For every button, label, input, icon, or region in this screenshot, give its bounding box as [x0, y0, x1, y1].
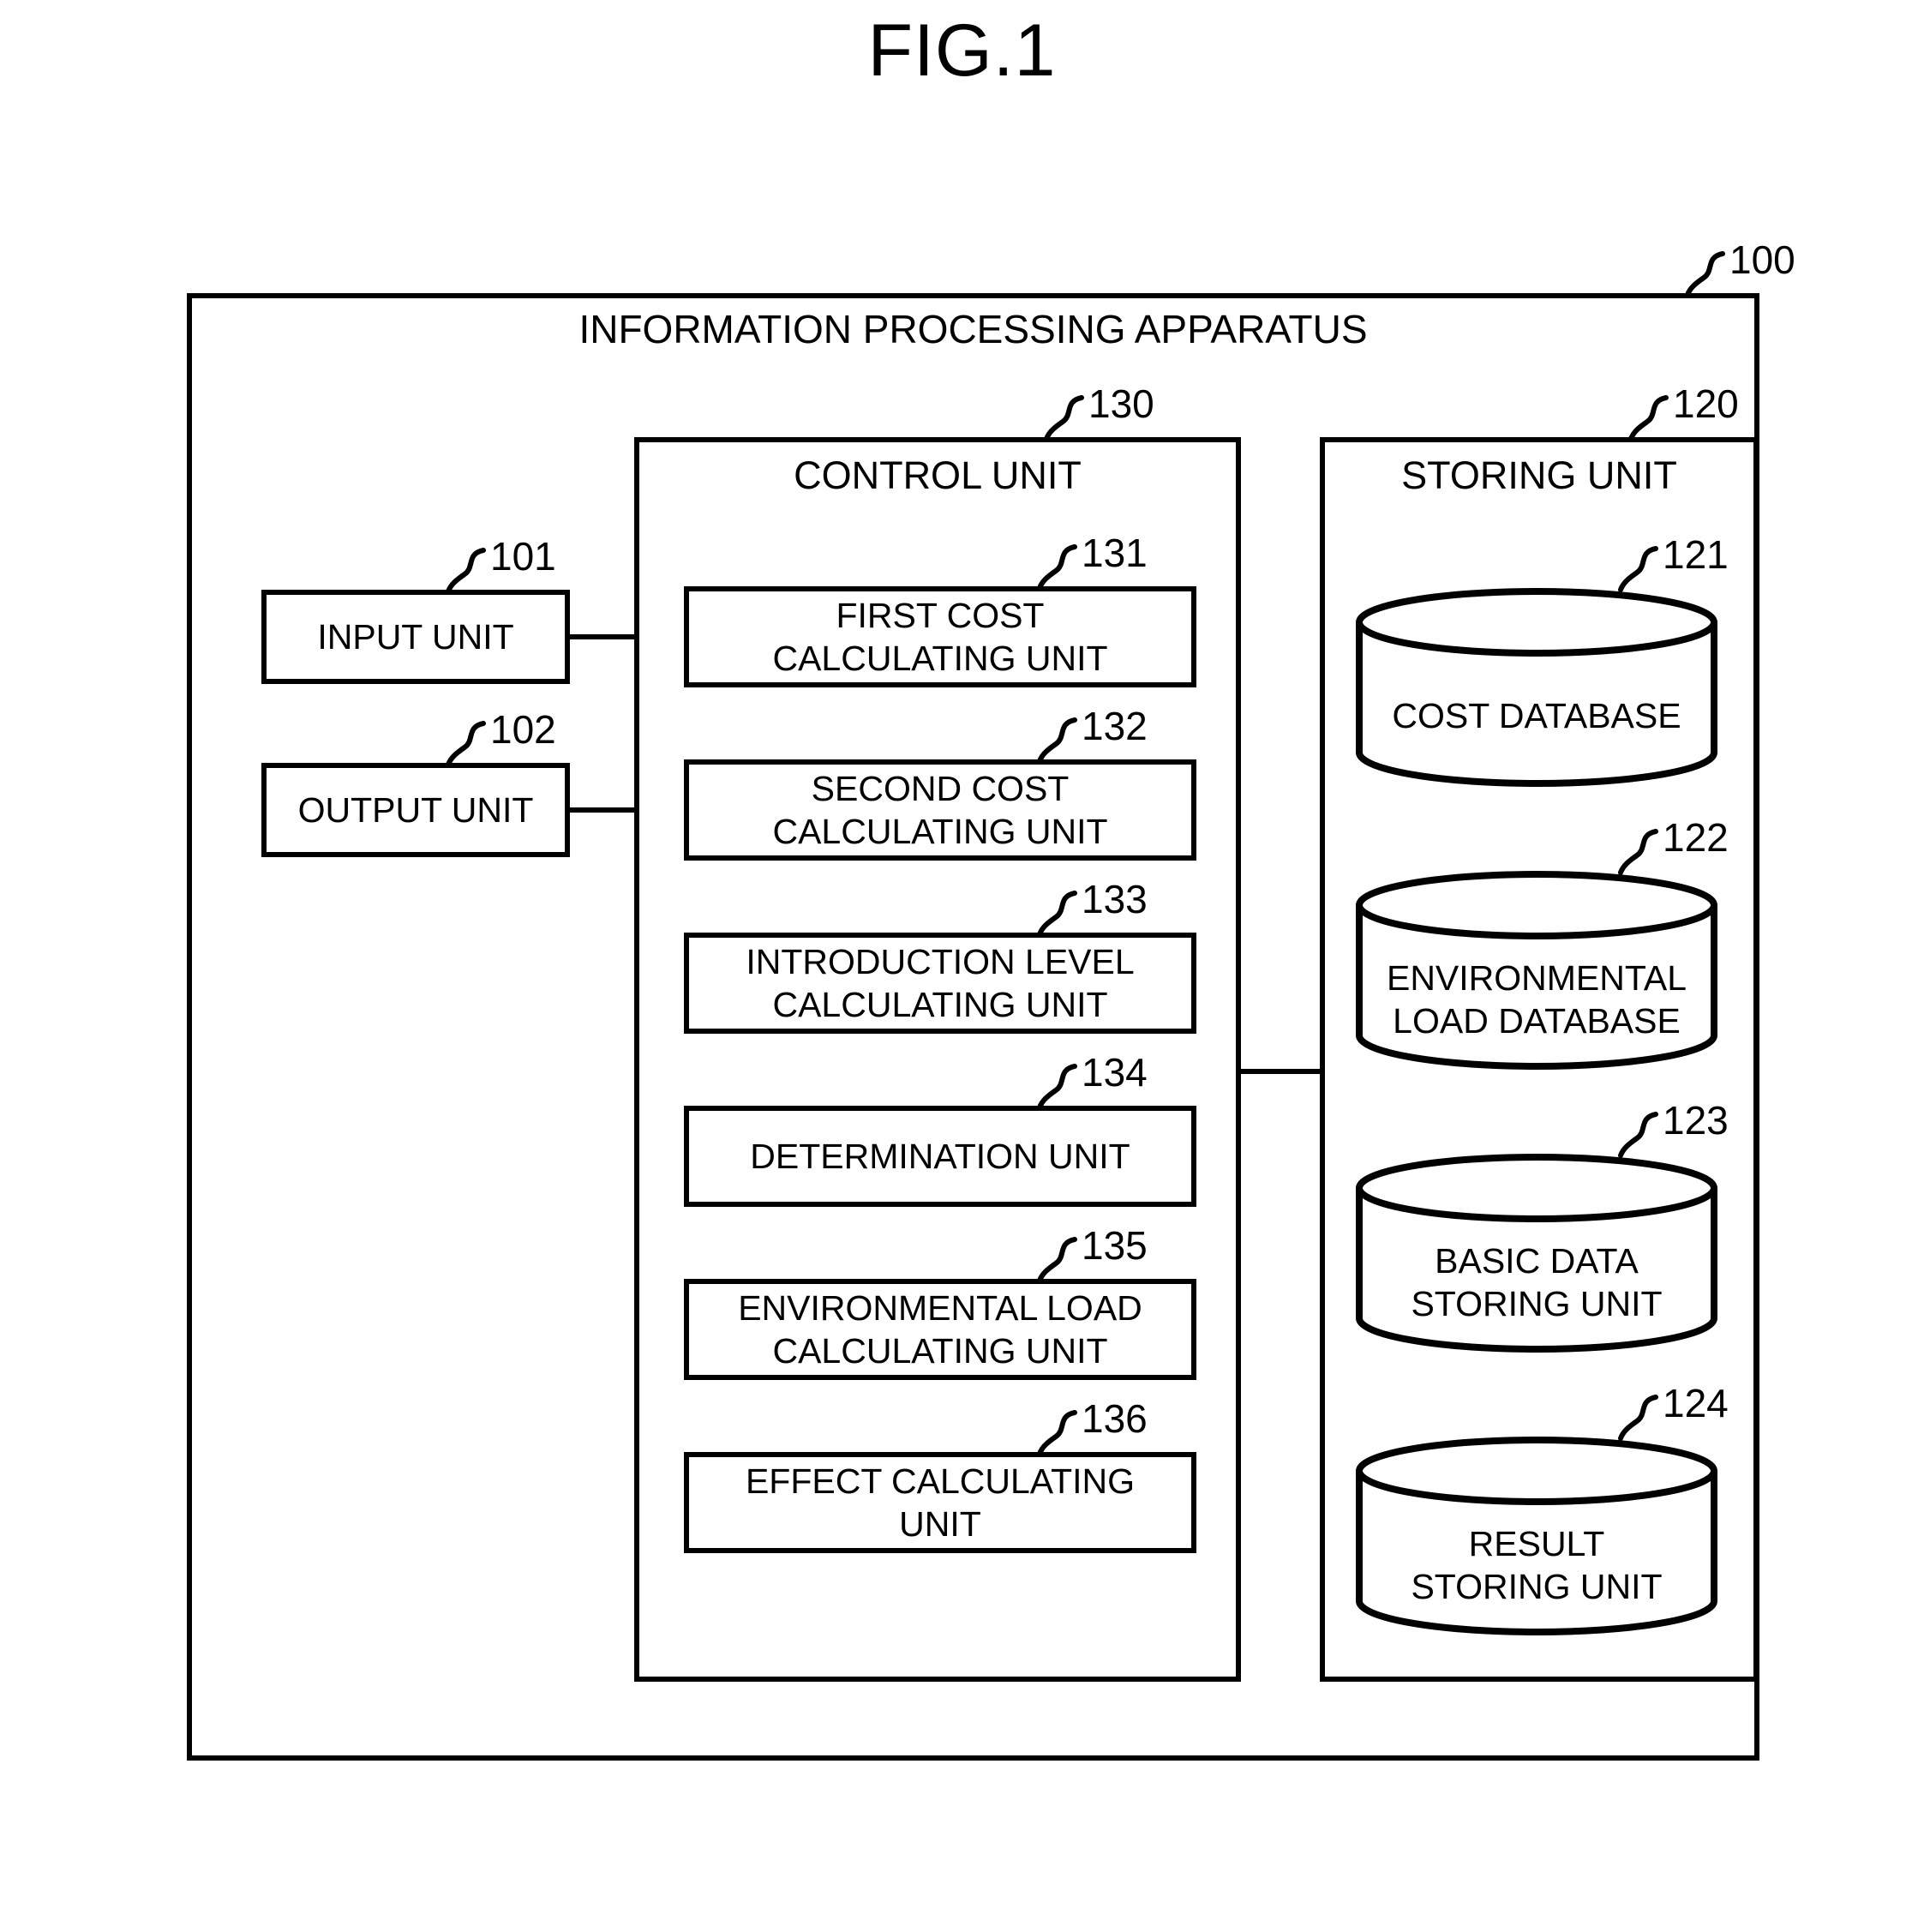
- control-unit-title: CONTROL UNIT: [794, 453, 1082, 497]
- ref-120: 120: [1673, 381, 1739, 426]
- leader-line-100: [1685, 251, 1725, 297]
- basic-data-storing-unit-cylinder: BASIC DATA STORING UNIT: [1352, 1154, 1721, 1353]
- determination-unit-label: DETERMINATION UNIT: [750, 1137, 1130, 1176]
- first-cost-calculating-unit-box: FIRST COST CALCULATING UNIT: [684, 586, 1196, 687]
- first-cost-calculating-unit-label: FIRST COST CALCULATING UNIT: [772, 596, 1108, 678]
- effect-calculating-unit-label: EFFECT CALCULATING UNIT: [745, 1461, 1136, 1544]
- output-unit-box: OUTPUT UNIT: [261, 763, 570, 857]
- ref-136: 136: [1082, 1396, 1148, 1441]
- ref-132: 132: [1082, 704, 1148, 748]
- ref-133: 133: [1082, 877, 1148, 921]
- ref-131: 131: [1082, 531, 1148, 575]
- connector-output-to-control: [565, 807, 637, 813]
- storing-unit-title: STORING UNIT: [1401, 453, 1677, 497]
- ref-102: 102: [490, 707, 556, 752]
- ref-130: 130: [1088, 381, 1154, 426]
- environmental-load-database-label: ENVIRONMENTAL LOAD DATABASE: [1386, 958, 1687, 1041]
- introduction-level-calculating-unit-label: INTRODUCTION LEVEL CALCULATING UNIT: [746, 942, 1135, 1024]
- ref-121: 121: [1663, 532, 1729, 577]
- environmental-load-calculating-unit-label: ENVIRONMENTAL LOAD CALCULATING UNIT: [738, 1288, 1142, 1371]
- ref-122: 122: [1663, 815, 1729, 860]
- ref-124: 124: [1663, 1381, 1729, 1425]
- introduction-level-calculating-unit-box: INTRODUCTION LEVEL CALCULATING UNIT: [684, 933, 1196, 1034]
- second-cost-calculating-unit-box: SECOND COST CALCULATING UNIT: [684, 759, 1196, 861]
- second-cost-calculating-unit-label: SECOND COST CALCULATING UNIT: [772, 769, 1108, 851]
- environmental-load-database-cylinder: ENVIRONMENTAL LOAD DATABASE: [1352, 871, 1721, 1070]
- apparatus-title: INFORMATION PROCESSING APPARATUS: [578, 307, 1368, 351]
- figure-title: FIG.1: [867, 9, 1057, 92]
- connector-control-to-storing: [1238, 1069, 1323, 1074]
- ref-134: 134: [1082, 1050, 1148, 1095]
- cost-database-cylinder: COST DATABASE: [1352, 588, 1721, 787]
- input-unit-label: INPUT UNIT: [317, 617, 514, 657]
- result-storing-unit-label: RESULT STORING UNIT: [1411, 1524, 1663, 1606]
- output-unit-label: OUTPUT UNIT: [297, 790, 534, 830]
- result-storing-unit-cylinder: RESULT STORING UNIT: [1352, 1437, 1721, 1635]
- connector-input-to-control: [565, 634, 637, 639]
- cost-database-label: COST DATABASE: [1392, 696, 1681, 735]
- ref-135: 135: [1082, 1223, 1148, 1268]
- basic-data-storing-unit-label: BASIC DATA STORING UNIT: [1411, 1241, 1663, 1323]
- ref-123: 123: [1663, 1098, 1729, 1143]
- ref-101: 101: [490, 534, 556, 579]
- environmental-load-calculating-unit-box: ENVIRONMENTAL LOAD CALCULATING UNIT: [684, 1279, 1196, 1380]
- ref-100: 100: [1729, 237, 1795, 282]
- patent-figure-page: FIG.1 INFORMATION PROCESSING APPARATUS 1…: [0, 0, 1924, 1932]
- effect-calculating-unit-box: EFFECT CALCULATING UNIT: [684, 1452, 1196, 1553]
- input-unit-box: INPUT UNIT: [261, 590, 570, 684]
- determination-unit-box: DETERMINATION UNIT: [684, 1106, 1196, 1207]
